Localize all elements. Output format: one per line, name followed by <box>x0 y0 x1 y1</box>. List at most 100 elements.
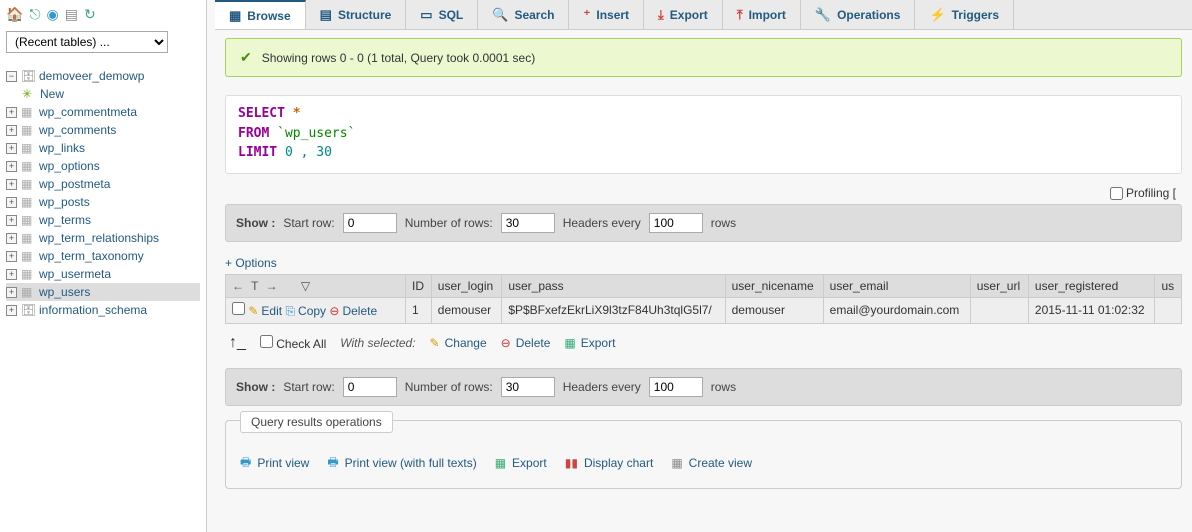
schema-node[interactable]: + 🗄 information_schema <box>6 301 200 319</box>
database-icon: 🗄 <box>21 303 35 317</box>
delete-button[interactable]: ⊖Delete <box>501 336 551 350</box>
print-icon: 🖶 <box>327 453 338 474</box>
database-icon: 🗄 <box>21 69 35 83</box>
tab-import[interactable]: ⤒Import <box>723 0 801 29</box>
export-icon: ▦ <box>564 336 575 350</box>
start-row-input[interactable] <box>343 213 397 233</box>
tab-sql[interactable]: ▭SQL <box>406 0 478 29</box>
tree-table[interactable]: +▦wp_term_relationships <box>6 229 200 247</box>
tab-browse[interactable]: ▦Browse <box>215 0 306 29</box>
cell-registered: 2015-11-11 01:02:32 <box>1028 297 1155 323</box>
print-view-full[interactable]: 🖶Print view (with full texts) <box>327 453 476 474</box>
check-all-box[interactable] <box>260 335 273 348</box>
tree-table[interactable]: +▦wp_term_taxonomy <box>6 247 200 265</box>
tab-triggers[interactable]: ⚡Triggers <box>915 0 1014 29</box>
tab-operations[interactable]: 🔧Operations <box>801 0 916 29</box>
tab-bar: ▦Browse ▤Structure ▭SQL 🔍Search ⁺Insert … <box>215 0 1192 30</box>
tree-table[interactable]: +▦wp_comments <box>6 121 200 139</box>
pencil-icon: ✎ <box>248 304 258 318</box>
col-header[interactable]: user_nicename <box>725 274 823 297</box>
tree-table-selected[interactable]: +▦wp_users <box>6 283 200 301</box>
expand-icon[interactable]: + <box>6 305 17 316</box>
expand-icon[interactable]: + <box>6 125 17 136</box>
check-all[interactable]: Check All <box>260 335 326 351</box>
col-header[interactable]: us <box>1155 274 1182 297</box>
recent-tables-select[interactable]: (Recent tables) ... <box>6 31 168 53</box>
copy-link[interactable]: ⎘Copy <box>285 304 326 319</box>
table-icon: ▦ <box>21 123 35 137</box>
docs-icon[interactable]: ▤ <box>65 6 78 23</box>
expand-icon[interactable]: + <box>6 287 17 298</box>
tree-table[interactable]: +▦wp_options <box>6 157 200 175</box>
expand-icon[interactable]: + <box>6 107 17 118</box>
col-header[interactable]: user_email <box>823 274 970 297</box>
col-header[interactable]: ID <box>406 274 432 297</box>
tab-search[interactable]: 🔍Search <box>478 0 569 29</box>
start-row-input[interactable] <box>343 377 397 397</box>
create-view[interactable]: ▦Create view <box>671 456 752 470</box>
tab-insert[interactable]: ⁺Insert <box>569 0 644 29</box>
tab-export[interactable]: ⤓Export <box>644 0 723 29</box>
table-icon: ▦ <box>21 231 35 245</box>
col-header[interactable]: user_pass <box>502 274 725 297</box>
sql-icon: ▭ <box>420 7 432 23</box>
delete-link[interactable]: ⊖Delete <box>329 304 377 318</box>
expand-icon[interactable]: + <box>6 179 17 190</box>
edit-link[interactable]: ✎Edit <box>248 304 282 318</box>
num-rows-input[interactable] <box>501 377 555 397</box>
show-bar-bottom: Show : Start row: Number of rows: Header… <box>225 368 1182 406</box>
expand-icon[interactable]: + <box>6 233 17 244</box>
cell-more <box>1155 297 1182 323</box>
row-checkbox[interactable] <box>232 302 245 315</box>
col-header[interactable]: user_registered <box>1028 274 1155 297</box>
tree-table[interactable]: +▦wp_commentmeta <box>6 103 200 121</box>
query-window-icon[interactable]: ◉ <box>47 6 59 23</box>
action-header: ← T → ▽ <box>226 274 406 297</box>
cell-pass: $P$BFxefzEkrLiX9l3tzF84Uh3tqlG5l7/ <box>502 297 725 323</box>
sort-icons[interactable]: ← T → ▽ <box>232 279 312 293</box>
headers-input[interactable] <box>649 377 703 397</box>
col-header[interactable]: user_url <box>970 274 1028 297</box>
tree-table[interactable]: +▦wp_posts <box>6 193 200 211</box>
tree-table[interactable]: +▦wp_terms <box>6 211 200 229</box>
logout-icon[interactable]: ⎋ <box>29 6 40 23</box>
reload-icon[interactable]: ↻ <box>84 6 96 23</box>
table-icon: ▦ <box>21 177 35 191</box>
profiling-row: Profiling [ <box>225 182 1182 204</box>
new-table[interactable]: ✳ New <box>6 85 200 103</box>
tree-table[interactable]: +▦wp_links <box>6 139 200 157</box>
expand-icon[interactable]: + <box>6 143 17 154</box>
collapse-icon[interactable]: − <box>6 71 17 82</box>
options-link[interactable]: + Options <box>225 256 277 270</box>
tab-structure[interactable]: ▤Structure <box>306 0 407 29</box>
display-chart[interactable]: ▮▮Display chart <box>565 456 654 470</box>
export-button[interactable]: ▦Export <box>564 336 615 350</box>
change-button[interactable]: ✎Change <box>430 336 487 350</box>
db-node[interactable]: − 🗄 demoveer_demowp <box>6 67 200 85</box>
table-icon: ▦ <box>21 195 35 209</box>
headers-input[interactable] <box>649 213 703 233</box>
table-icon: ▦ <box>21 159 35 173</box>
col-header[interactable]: user_login <box>431 274 502 297</box>
expand-icon[interactable]: + <box>6 269 17 280</box>
export-results[interactable]: ▦Export <box>495 456 547 470</box>
table-row: ✎Edit ⎘Copy ⊖Delete 1 demouser $P$BFxefz… <box>226 297 1182 323</box>
num-rows-input[interactable] <box>501 213 555 233</box>
expand-icon[interactable]: + <box>6 197 17 208</box>
expand-icon[interactable]: + <box>6 161 17 172</box>
print-view[interactable]: 🖶Print view <box>240 453 309 474</box>
tree-table[interactable]: +▦wp_postmeta <box>6 175 200 193</box>
table-icon: ▦ <box>21 141 35 155</box>
expand-icon[interactable]: + <box>6 215 17 226</box>
sidebar-quick-icons: 🏠 ⎋ ◉ ▤ ↻ <box>6 4 200 25</box>
profiling-checkbox[interactable] <box>1110 187 1123 200</box>
delete-icon: ⊖ <box>501 336 511 350</box>
fieldset-legend: Query results operations <box>240 411 393 433</box>
structure-icon: ▤ <box>320 7 332 23</box>
home-icon[interactable]: 🏠 <box>6 6 23 23</box>
delete-icon: ⊖ <box>329 304 339 318</box>
expand-icon[interactable]: + <box>6 251 17 262</box>
tree-table[interactable]: +▦wp_usermeta <box>6 265 200 283</box>
table-icon: ▦ <box>21 213 35 227</box>
view-icon: ▦ <box>671 456 682 470</box>
